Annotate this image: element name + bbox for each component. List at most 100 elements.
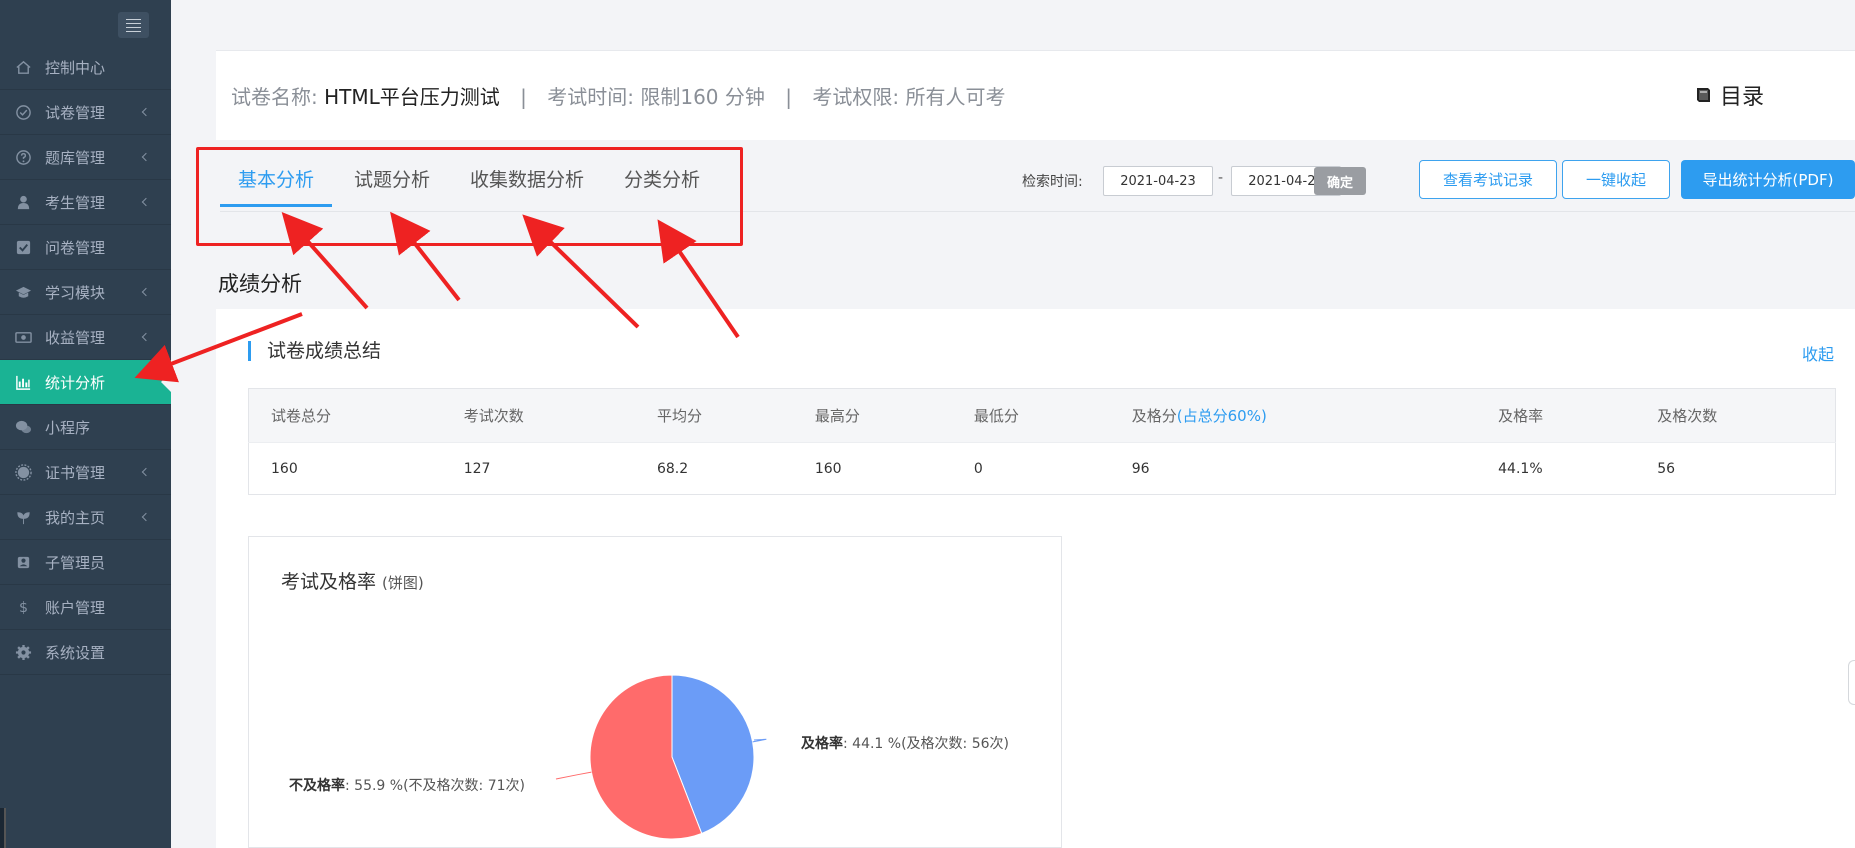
pass-slice-text: : 44.1 %(及格次数: 56次) xyxy=(843,736,1009,752)
sidebar-item[interactable]: 控制中心 xyxy=(0,45,171,90)
chevron-left-icon xyxy=(141,332,151,342)
sidebar: 控制中心 试卷管理 题库管理 考生管理问卷管理学习模块 收益管理统计分析小程序证书管理我… xyxy=(0,0,171,848)
pass-leader-line xyxy=(752,738,767,743)
certificate-icon xyxy=(14,463,32,481)
section-title: 成绩分析 xyxy=(218,272,302,296)
date-range-dash: - xyxy=(1218,170,1224,186)
table-cell: 68.2 xyxy=(634,442,793,495)
sidebar-menu: 控制中心 试卷管理 题库管理 考生管理问卷管理学习模块 收益管理统计分析小程序证书管理我… xyxy=(0,45,171,675)
chevron-left-icon xyxy=(141,512,151,522)
sidebar-bottom-handle xyxy=(0,808,6,848)
sidebar-item-label: 证书管理 xyxy=(45,463,106,482)
view-records-button[interactable]: 查看考试记录 xyxy=(1419,160,1557,199)
column-header: 及格次数 xyxy=(1635,388,1836,443)
gear-icon xyxy=(14,643,32,661)
analysis-tab[interactable]: 试题分析 xyxy=(336,165,448,207)
sidebar-item[interactable]: 题库管理 xyxy=(0,135,171,180)
separator: | xyxy=(520,85,527,109)
exam-permission-value: 所有人可考 xyxy=(905,85,1006,109)
confirm-button[interactable]: 确定 xyxy=(1314,167,1366,195)
check-square-icon xyxy=(14,238,32,256)
sidebar-item-label: 账户管理 xyxy=(45,598,106,617)
sidebar-item[interactable]: 子管理员 xyxy=(0,540,171,585)
pass-rate-chart-card: 考试及格率 (饼图) 及格率: 44.1 %(及格次数: 56次) 不及格率: 5… xyxy=(248,536,1062,848)
column-header: 最高分 xyxy=(792,388,952,443)
table-row: 160 127 68.2 160 0 96 44.1% 56 xyxy=(248,442,1836,495)
start-date-input[interactable] xyxy=(1103,166,1213,196)
chevron-left-icon xyxy=(141,197,151,207)
search-time-label: 检索时间: xyxy=(1022,174,1083,190)
collapse-all-button[interactable]: 一键收起 xyxy=(1562,160,1670,199)
sidebar-item[interactable]: 我的主页 xyxy=(0,495,171,540)
sidebar-item[interactable]: 考生管理 xyxy=(0,180,171,225)
collapse-link[interactable]: 收起 xyxy=(1802,341,1834,365)
table-cell: 160 xyxy=(248,442,442,495)
sidebar-item-label: 我的主页 xyxy=(45,508,106,527)
sidebar-item[interactable]: 收益管理 xyxy=(0,315,171,360)
column-header-label: 最低分 xyxy=(973,407,1019,425)
tabs-divider xyxy=(220,211,1855,212)
catalog-button[interactable]: 目录 xyxy=(1694,79,1764,111)
summary-title: 试卷成绩总结 xyxy=(248,341,381,361)
fail-slice-name: 不及格率 xyxy=(289,778,345,794)
fail-leader-line xyxy=(555,771,592,780)
dollar-icon: $ xyxy=(14,598,32,616)
exam-permission-label: 考试权限: xyxy=(812,85,900,109)
fail-slice-label: 不及格率: 55.9 %(不及格次数: 71次) xyxy=(289,775,525,795)
exam-info-card: 试卷名称: HTML平台压力测试 | 考试时间: 限制160 分钟 | 考试权限… xyxy=(216,50,1855,140)
side-float-tab[interactable] xyxy=(1848,660,1855,705)
sidebar-item[interactable]: $ 账户管理 xyxy=(0,585,171,630)
analysis-tabs: 基本分析 试题分析 收集数据分析 分类分析 xyxy=(220,165,722,207)
exam-time-label: 考试时间: xyxy=(547,85,634,109)
sidebar-item-label: 统计分析 xyxy=(45,373,106,392)
exam-name-label: 试卷名称: xyxy=(231,85,318,109)
question-circle-icon xyxy=(14,148,32,166)
sidebar-item-label: 系统设置 xyxy=(45,643,106,662)
chevron-left-icon xyxy=(141,287,151,297)
bar-chart-icon xyxy=(14,373,32,391)
table-cell: 96 xyxy=(1109,442,1477,495)
graduation-cap-icon xyxy=(14,283,32,301)
column-header: 试卷总分 xyxy=(248,388,442,443)
separator: | xyxy=(785,85,792,109)
exam-time-value: 限制160 分钟 xyxy=(640,85,765,109)
column-header-label: 最高分 xyxy=(814,407,860,425)
sidebar-item[interactable]: 统计分析 xyxy=(0,360,171,405)
table-cell: 127 xyxy=(441,442,635,495)
home-icon xyxy=(14,58,32,76)
analysis-tab[interactable]: 基本分析 xyxy=(220,165,333,207)
sidebar-item-label: 子管理员 xyxy=(45,553,106,572)
sidebar-item[interactable]: 问卷管理 xyxy=(0,225,171,270)
chevron-left-icon xyxy=(141,467,151,477)
sidebar-item[interactable]: 试卷管理 xyxy=(0,90,171,135)
table-cell: 0 xyxy=(951,442,1110,495)
sidebar-item-label: 小程序 xyxy=(45,418,91,437)
fail-slice-text: : 55.9 %(不及格次数: 71次) xyxy=(345,778,525,794)
column-header: 考试次数 xyxy=(441,388,635,443)
analysis-tab[interactable]: 分类分析 xyxy=(606,165,718,207)
check-circle-icon xyxy=(14,103,32,121)
menu-toggle-button[interactable] xyxy=(118,12,149,38)
pie-chart xyxy=(555,674,767,840)
analysis-tab[interactable]: 收集数据分析 xyxy=(452,165,602,207)
users-icon xyxy=(14,553,32,571)
arrow-to-tab-question xyxy=(390,211,461,302)
sidebar-item[interactable]: 小程序 xyxy=(0,405,171,450)
pass-score-note: (占总分60%) xyxy=(1176,407,1267,425)
sidebar-item[interactable]: 系统设置 xyxy=(0,630,171,675)
column-header: 及格分(占总分60%) xyxy=(1109,388,1477,443)
column-header: 平均分 xyxy=(634,388,793,443)
sidebar-item[interactable]: 证书管理 xyxy=(0,450,171,495)
sidebar-item-label: 问卷管理 xyxy=(45,238,106,257)
export-pdf-button[interactable]: 导出统计分析(PDF) xyxy=(1681,160,1855,199)
column-header-label: 及格分 xyxy=(1131,407,1177,425)
wechat-icon xyxy=(14,418,32,436)
exam-info: 试卷名称: HTML平台压力测试 | 考试时间: 限制160 分钟 | 考试权限… xyxy=(231,81,1005,110)
sidebar-item[interactable]: 学习模块 xyxy=(0,270,171,315)
score-summary-table: 试卷总分 考试次数 平均分 最高分 最低分 及格分(占总分60%) 及格率 及格次数 160 1… xyxy=(248,388,1836,495)
column-header-label: 及格率 xyxy=(1498,407,1544,425)
table-cell: 160 xyxy=(792,442,952,495)
catalog-label: 目录 xyxy=(1720,85,1765,110)
column-header: 最低分 xyxy=(951,388,1110,443)
book-icon xyxy=(1697,88,1710,102)
